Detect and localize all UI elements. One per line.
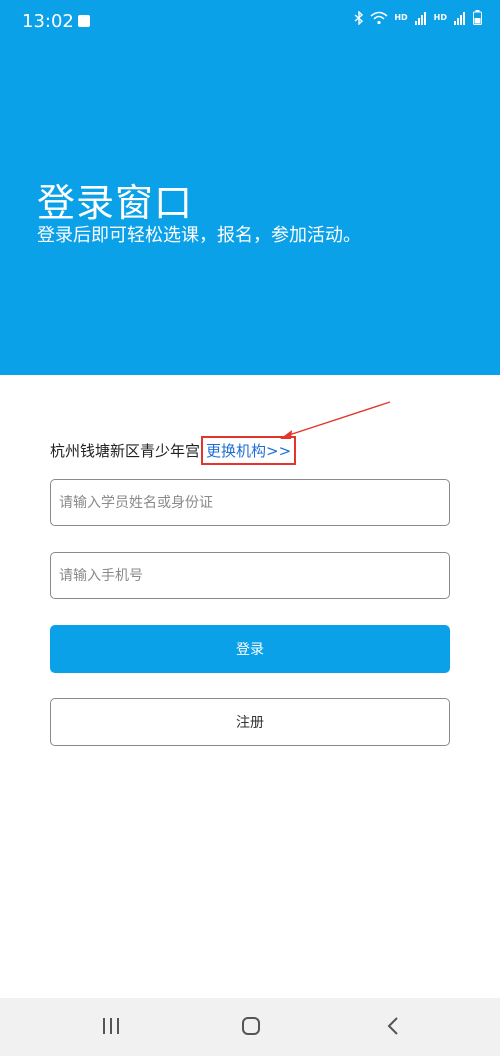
- system-nav-bar: [0, 998, 500, 1056]
- phone-input[interactable]: [50, 552, 450, 599]
- change-institution-link[interactable]: 更换机构>>: [201, 436, 297, 465]
- status-time: 13:02: [22, 11, 74, 32]
- signal-4g-icon: [414, 11, 428, 25]
- check-icon: [78, 15, 90, 27]
- institution-row: 杭州钱塘新区青少年宫 更换机构>>: [50, 436, 297, 465]
- wifi-icon: [370, 11, 388, 25]
- header-banner: 13:02 HD HD 登录窗口 登录后即可轻松选课，报名，参加活动。: [0, 0, 500, 375]
- battery-icon: [473, 10, 482, 25]
- login-button[interactable]: 登录: [50, 625, 450, 673]
- register-button[interactable]: 注册: [50, 698, 450, 746]
- status-icons: HD HD: [354, 10, 482, 25]
- recent-apps-icon[interactable]: [100, 1015, 122, 1041]
- bluetooth-icon: [354, 10, 364, 25]
- student-name-input[interactable]: [50, 479, 450, 526]
- page-subtitle: 登录后即可轻松选课，报名，参加活动。: [37, 225, 361, 246]
- status-hd-label: HD: [433, 13, 447, 22]
- page-title: 登录窗口: [37, 181, 194, 225]
- signal-4g-icon: [453, 11, 467, 25]
- institution-name: 杭州钱塘新区青少年宫: [50, 442, 201, 460]
- status-hd-label: HD: [394, 13, 408, 22]
- back-icon[interactable]: [383, 1015, 405, 1041]
- home-icon[interactable]: [240, 1015, 262, 1041]
